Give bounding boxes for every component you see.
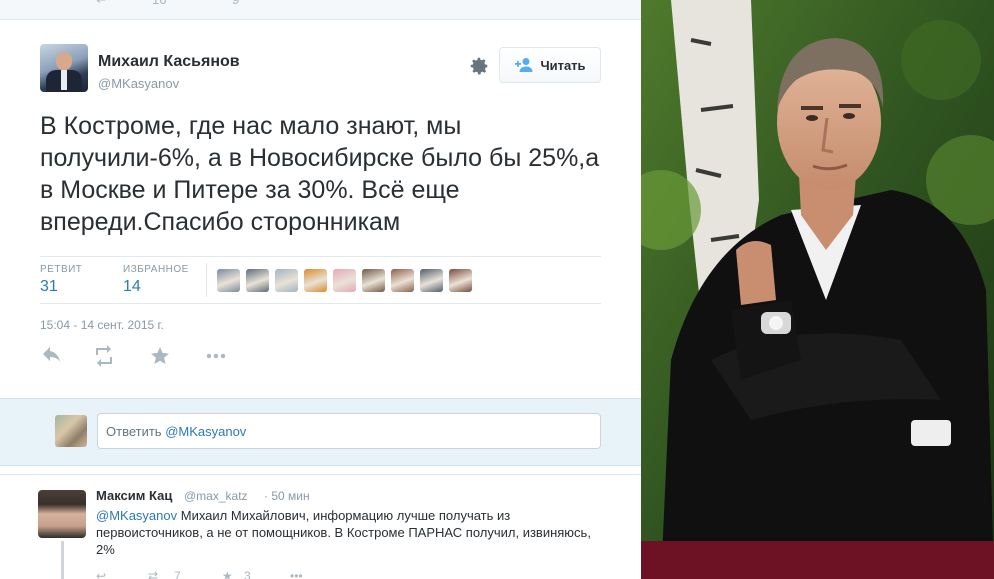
author-name[interactable]: Михаил Касьянов bbox=[98, 53, 240, 71]
reply-time[interactable]: · 50 мин bbox=[264, 489, 310, 503]
retweet-stat[interactable]: РЕТВИТ 31 bbox=[40, 264, 82, 296]
prev-retweet-count[interactable]: 16 bbox=[152, 0, 166, 7]
favorited-by-avatar[interactable] bbox=[333, 269, 356, 292]
reply-tweet[interactable]: Максим Кац @max_katz · 50 мин @MKasyanov… bbox=[0, 474, 641, 579]
previous-tweet-actions: ↩ 16 9 bbox=[0, 0, 641, 20]
favorite-stat-value: 14 bbox=[123, 278, 141, 295]
follow-button[interactable]: Читать bbox=[499, 47, 601, 83]
follow-label: Читать bbox=[540, 57, 586, 73]
stats-divider bbox=[206, 263, 207, 297]
reply-author-name[interactable]: Максим Кац bbox=[96, 488, 172, 503]
tweet-permalink: ↩ 16 9 Михаил Касьянов @MKasyanov Читать bbox=[0, 0, 641, 579]
reply-more-icon[interactable]: ••• bbox=[290, 569, 303, 579]
portrait-photo bbox=[641, 0, 994, 579]
reply-text: @MKasyanov Михаил Михайлович, информацию… bbox=[96, 507, 596, 558]
reply-mention[interactable]: @MKasyanov bbox=[96, 508, 177, 523]
reply-retweet-count: 7 bbox=[174, 569, 181, 579]
reply-input[interactable]: Ответить @MKasyanov bbox=[97, 413, 601, 449]
retweet-icon[interactable] bbox=[92, 344, 116, 368]
favorite-icon[interactable] bbox=[148, 344, 172, 368]
favorite-stat-label: ИЗБРАННОЕ bbox=[123, 264, 189, 275]
tweet-stats: РЕТВИТ 31 ИЗБРАННОЕ 14 bbox=[40, 256, 601, 304]
retweet-stat-value: 31 bbox=[40, 278, 58, 295]
author-avatar[interactable] bbox=[40, 44, 88, 92]
favorited-by-avatar[interactable] bbox=[275, 269, 298, 292]
favorited-by-avatar[interactable] bbox=[420, 269, 443, 292]
screenshot-root: ↩ 16 9 Михаил Касьянов @MKasyanov Читать bbox=[0, 0, 994, 579]
retweet-stat-label: РЕТВИТ bbox=[40, 264, 83, 275]
reply-composer: Ответить @MKasyanov bbox=[0, 398, 641, 466]
favorited-by-avatar[interactable] bbox=[449, 269, 472, 292]
reply-retweet-icon[interactable]: ⇄ bbox=[148, 569, 158, 579]
reply-input-prefix: Ответить bbox=[106, 424, 166, 439]
gear-icon[interactable] bbox=[468, 55, 490, 77]
tweet-timestamp[interactable]: 15:04 - 14 сент. 2015 г. bbox=[40, 318, 164, 332]
reply-author-handle[interactable]: @max_katz bbox=[184, 489, 248, 503]
photo-bottom-bar bbox=[641, 541, 994, 579]
tweet-header: Михаил Касьянов @MKasyanov Читать bbox=[40, 44, 610, 98]
favorite-stat[interactable]: ИЗБРАННОЕ 14 bbox=[123, 264, 189, 296]
prev-favorite-count[interactable]: 9 bbox=[232, 0, 239, 7]
favorited-by-avatar[interactable] bbox=[246, 269, 269, 292]
tweet-text: В Костроме, где нас мало знают, мы получ… bbox=[40, 112, 600, 236]
portrait-illustration bbox=[641, 0, 994, 579]
reply-input-mention: @MKasyanov bbox=[165, 424, 247, 439]
favorited-by-avatar[interactable] bbox=[362, 269, 385, 292]
reply-icon[interactable] bbox=[40, 344, 64, 368]
current-user-avatar bbox=[55, 415, 87, 447]
favorited-by-avatar[interactable] bbox=[217, 269, 240, 292]
favorited-by-avatars bbox=[217, 269, 472, 292]
prev-reply-icon[interactable]: ↩ bbox=[96, 0, 107, 8]
more-icon[interactable] bbox=[204, 344, 228, 368]
favorited-by-avatar[interactable] bbox=[391, 269, 414, 292]
reply-favorite-icon[interactable]: ★ bbox=[222, 569, 233, 579]
author-handle[interactable]: @MKasyanov bbox=[98, 76, 179, 91]
reply-favorite-count: 3 bbox=[244, 569, 251, 579]
thread-line bbox=[61, 541, 64, 579]
reply-author-avatar[interactable] bbox=[38, 490, 86, 538]
favorited-by-avatar[interactable] bbox=[304, 269, 327, 292]
person-add-icon bbox=[515, 58, 533, 72]
reply-reply-icon[interactable]: ↩ bbox=[96, 569, 106, 579]
